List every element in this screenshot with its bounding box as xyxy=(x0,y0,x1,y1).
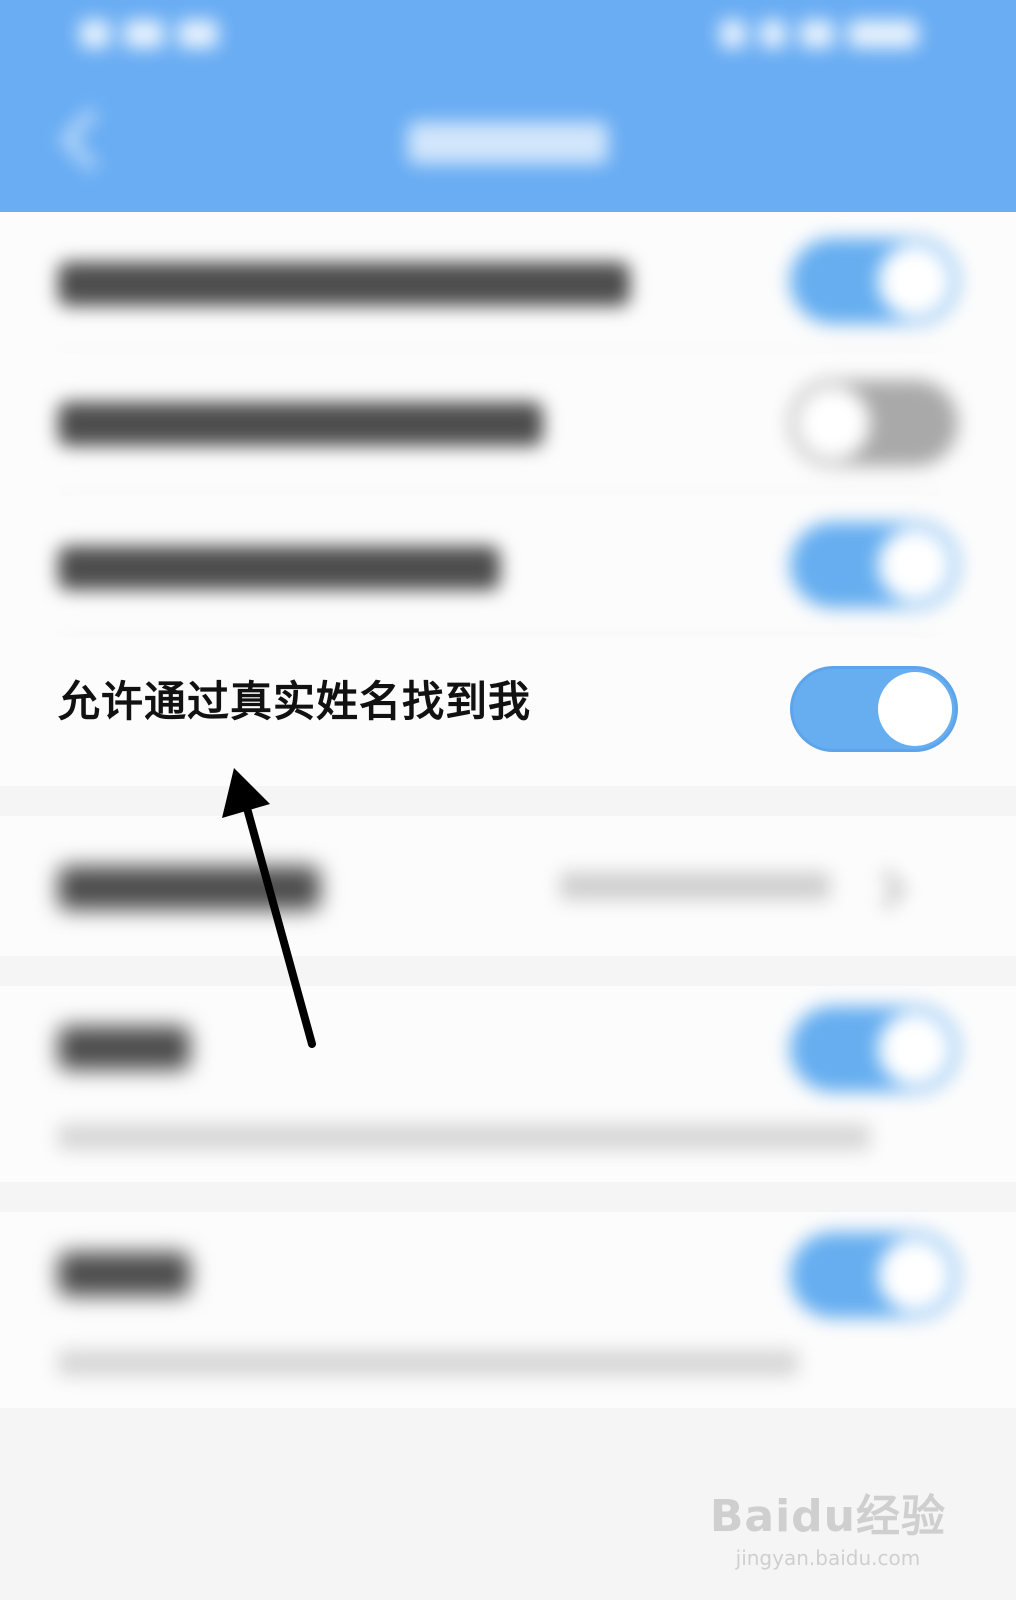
status-bar-right xyxy=(720,20,918,48)
watermark-url: jingyan.baidu.com xyxy=(735,1546,921,1570)
status-bar-left xyxy=(80,20,218,48)
find-by-real-name-label: 允许通过真实姓名找到我 xyxy=(58,677,532,726)
setting-row-option-seven xyxy=(0,1212,1016,1408)
toggle-knob xyxy=(878,672,952,746)
wifi-icon xyxy=(760,20,786,48)
toggle-knob xyxy=(878,1238,952,1312)
toggle-knob xyxy=(878,244,952,318)
watermark: Baidu经验 jingyan.baidu.com xyxy=(710,1480,946,1570)
back-chevron-icon[interactable] xyxy=(61,109,122,170)
status-text-placeholder xyxy=(124,20,164,48)
setting-row-option-six xyxy=(0,986,1016,1182)
followers-homepage-toggle[interactable] xyxy=(790,238,958,324)
battery-icon xyxy=(800,20,834,48)
setting-label xyxy=(58,402,543,446)
option-six-toggle[interactable] xyxy=(790,1006,958,1092)
setting-row-find-by-phone xyxy=(0,496,1016,638)
setting-label xyxy=(58,262,630,306)
setting-label xyxy=(58,866,320,910)
setting-row-find-by-real-name: 允许通过真实姓名找到我 xyxy=(0,638,1016,786)
find-by-real-name-toggle[interactable] xyxy=(790,666,958,752)
toggle-knob xyxy=(878,1012,952,1086)
strangers-homepage-toggle[interactable] xyxy=(790,380,958,466)
toggle-knob xyxy=(878,528,952,602)
status-text-placeholder xyxy=(178,20,218,48)
setting-label xyxy=(58,1252,190,1296)
setting-label xyxy=(58,546,500,590)
find-by-phone-toggle[interactable] xyxy=(790,522,958,608)
watermark-brand: Baidu经验 xyxy=(709,1491,946,1542)
chevron-right-icon xyxy=(866,870,905,909)
bluetooth-icon xyxy=(720,20,746,48)
page-title xyxy=(408,122,608,164)
toggle-knob xyxy=(796,386,870,460)
signal-icon xyxy=(80,20,110,48)
setting-description xyxy=(58,1350,798,1376)
setting-row-follow-permission[interactable] xyxy=(0,816,1016,956)
setting-row-followers-homepage xyxy=(0,212,1016,354)
app-header xyxy=(0,0,1016,212)
option-seven-toggle[interactable] xyxy=(790,1232,958,1318)
setting-row-strangers-homepage xyxy=(0,354,1016,496)
clock-placeholder xyxy=(848,20,918,48)
setting-description xyxy=(58,1124,870,1150)
setting-label xyxy=(58,1026,190,1070)
setting-value xyxy=(560,872,830,900)
